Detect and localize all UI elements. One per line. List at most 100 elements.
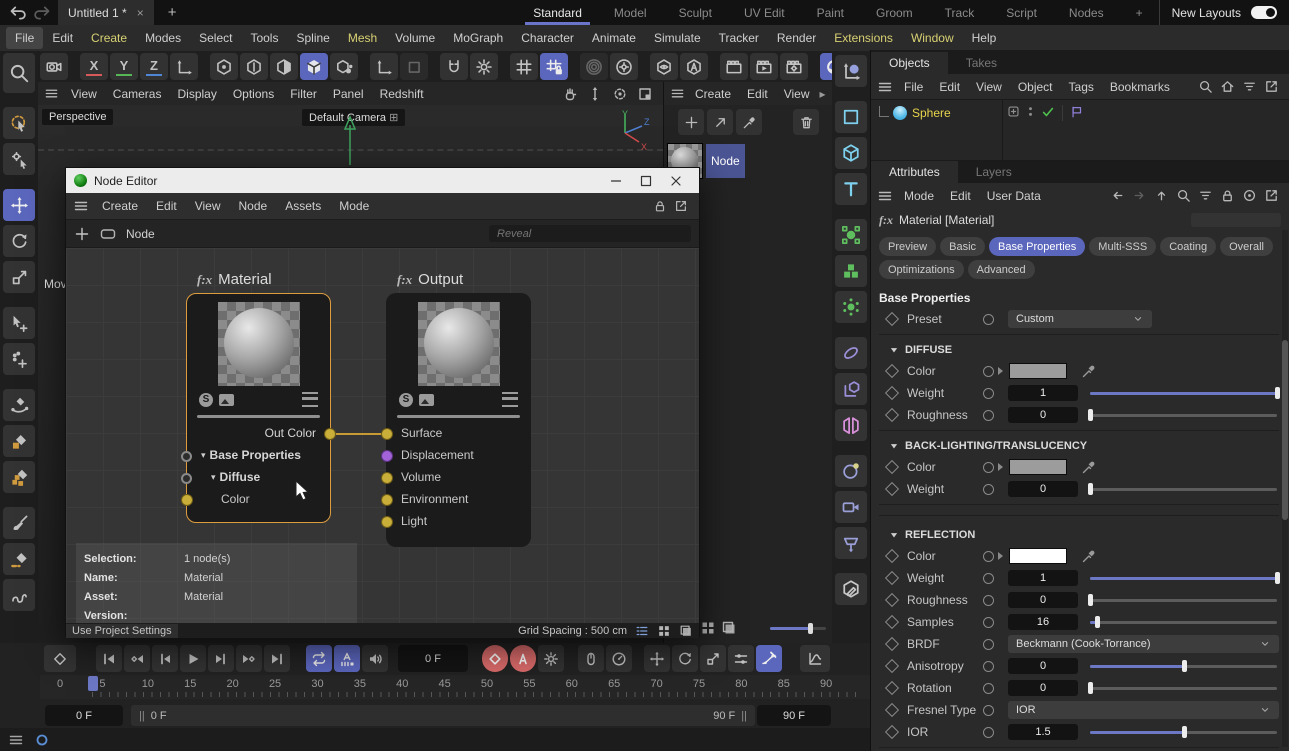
lock-x-axis-button[interactable]: X	[80, 53, 108, 80]
objects-menu-file[interactable]: File	[896, 77, 931, 97]
material-menu-create[interactable]: Create	[687, 84, 739, 104]
attributes-menu-mode[interactable]: Mode	[896, 186, 942, 206]
filter-icon[interactable]	[1198, 188, 1213, 203]
key-position-button[interactable]	[644, 645, 670, 672]
objects-menu-tags[interactable]: Tags	[1061, 77, 1102, 97]
tab-objects[interactable]: Objects	[871, 52, 948, 74]
menu-render[interactable]: Render	[768, 27, 825, 49]
port-circle-icon[interactable]	[983, 595, 994, 606]
search-icon[interactable]	[1176, 188, 1191, 203]
rotate-tool[interactable]	[3, 225, 35, 257]
text-object-button[interactable]	[835, 173, 867, 205]
orbit-view-icon[interactable]	[612, 86, 628, 102]
set-keyframe-button[interactable]	[44, 645, 76, 672]
node-editor-menu-create[interactable]: Create	[93, 195, 147, 217]
port-circle-icon[interactable]	[983, 683, 994, 694]
measure-tool[interactable]	[3, 543, 35, 575]
close-tab-icon[interactable]: ×	[137, 6, 144, 20]
collapse-triangle-icon[interactable]: ▾	[201, 450, 206, 461]
status-state-icon[interactable]	[34, 732, 50, 748]
port-circle-icon[interactable]	[983, 462, 994, 473]
node-menu-icon[interactable]	[502, 392, 518, 407]
lock-workplane-button[interactable]	[540, 53, 568, 80]
viewport-menu-view[interactable]: View	[63, 84, 105, 104]
menu-help[interactable]: Help	[963, 27, 1006, 49]
next-key-button[interactable]	[236, 645, 262, 672]
add-node-icon[interactable]	[74, 226, 90, 242]
symmetry-button[interactable]	[835, 409, 867, 441]
volume-pen-tool[interactable]	[3, 461, 35, 493]
layout-tab-uv-edit[interactable]: UV Edit	[728, 0, 801, 25]
record-keyframe-button[interactable]	[482, 645, 508, 672]
value-field[interactable]: 1	[1008, 570, 1078, 586]
object-y-axis-arrow[interactable]	[338, 115, 362, 167]
menu-edit[interactable]: Edit	[43, 27, 82, 49]
effector-button[interactable]	[835, 291, 867, 323]
eyedropper-icon[interactable]	[1081, 363, 1097, 379]
node-shape-icon[interactable]	[99, 226, 117, 242]
eyedropper-icon[interactable]	[1081, 459, 1097, 475]
in-port-surface[interactable]	[381, 428, 393, 440]
menu-simulate[interactable]: Simulate	[645, 27, 710, 49]
layout-tab-script[interactable]: Script	[990, 0, 1053, 25]
menu-file[interactable]: File	[6, 27, 43, 49]
grid-view-icon[interactable]	[657, 624, 671, 638]
node-connection-wire[interactable]	[327, 433, 388, 435]
objects-menu-icon[interactable]	[877, 79, 893, 95]
play-button[interactable]	[180, 645, 206, 672]
value-field[interactable]: 1	[1008, 385, 1078, 401]
lock-y-axis-button[interactable]: Y	[110, 53, 138, 80]
in-port-displacement[interactable]	[381, 450, 393, 462]
port-circle-icon[interactable]	[983, 410, 994, 421]
enabled-check-icon[interactable]	[1041, 105, 1055, 119]
menu-modes[interactable]: Modes	[136, 27, 190, 49]
node-editor-menu-icon[interactable]	[73, 198, 89, 214]
color-swatch[interactable]	[1009, 548, 1067, 564]
solo-badge-icon[interactable]: S	[399, 393, 413, 407]
in-port-color[interactable]	[181, 494, 193, 506]
snap-settings-button[interactable]	[470, 53, 498, 80]
viewport-menu-panel[interactable]: Panel	[325, 84, 372, 104]
axis-modification-button[interactable]	[370, 53, 398, 80]
key-pla-button[interactable]	[756, 645, 782, 672]
node-graph-canvas[interactable]: f:xMaterialSOut Color▾Base Properties▾Di…	[66, 248, 699, 623]
model-mode-button[interactable]	[300, 53, 328, 80]
value-field[interactable]: 0	[1008, 407, 1078, 423]
edges-mode-button[interactable]	[240, 53, 268, 80]
material-menu-edit[interactable]: Edit	[739, 84, 776, 104]
key-parameter-button[interactable]	[728, 645, 754, 672]
group-header-back-lighting-translucency[interactable]: BACK-LIGHTING/TRANSLUCENCY	[879, 435, 1279, 456]
group-header-reflection[interactable]: REFLECTION	[879, 524, 1279, 545]
camera-object-button[interactable]	[835, 491, 867, 523]
clone-move-tool[interactable]	[3, 343, 35, 375]
in-port-volume[interactable]	[381, 472, 393, 484]
play-sound-button[interactable]	[362, 645, 388, 672]
undo-icon[interactable]	[8, 3, 28, 23]
menu-character[interactable]: Character	[512, 27, 583, 49]
objects-menu-object[interactable]: Object	[1010, 77, 1061, 97]
value-slider[interactable]	[1090, 593, 1277, 607]
home-icon[interactable]	[1220, 79, 1235, 94]
forward-icon[interactable]	[1132, 188, 1147, 203]
layout-tab-nodes[interactable]: Nodes	[1053, 0, 1120, 25]
brdf-dropdown[interactable]: Beckmann (Cook-Torrance)	[1008, 635, 1279, 653]
menu-animate[interactable]: Animate	[583, 27, 645, 49]
menu-tracker[interactable]: Tracker	[710, 27, 768, 49]
layout-tab-paint[interactable]: Paint	[801, 0, 860, 25]
toggle-view-icon[interactable]	[637, 86, 653, 102]
value-field[interactable]: 0	[1008, 658, 1078, 674]
points-mode-button[interactable]	[210, 53, 238, 80]
material-menu-view[interactable]: View	[776, 84, 818, 104]
layout-tab-standard[interactable]: Standard	[517, 0, 598, 25]
port-circle-icon[interactable]	[983, 727, 994, 738]
spline-pen-palette-button[interactable]	[835, 55, 867, 87]
value-field[interactable]: 16	[1008, 614, 1078, 630]
lock-icon[interactable]	[653, 199, 667, 213]
layout-tab-track[interactable]: Track	[929, 0, 991, 25]
menu-mesh[interactable]: Mesh	[339, 27, 386, 49]
array-generator-button[interactable]	[835, 255, 867, 287]
layout-tab-groom[interactable]: Groom	[860, 0, 929, 25]
reveal-search-input[interactable]	[489, 225, 691, 242]
icon-view-icon[interactable]	[700, 620, 716, 636]
stage-object-button[interactable]	[835, 527, 867, 559]
